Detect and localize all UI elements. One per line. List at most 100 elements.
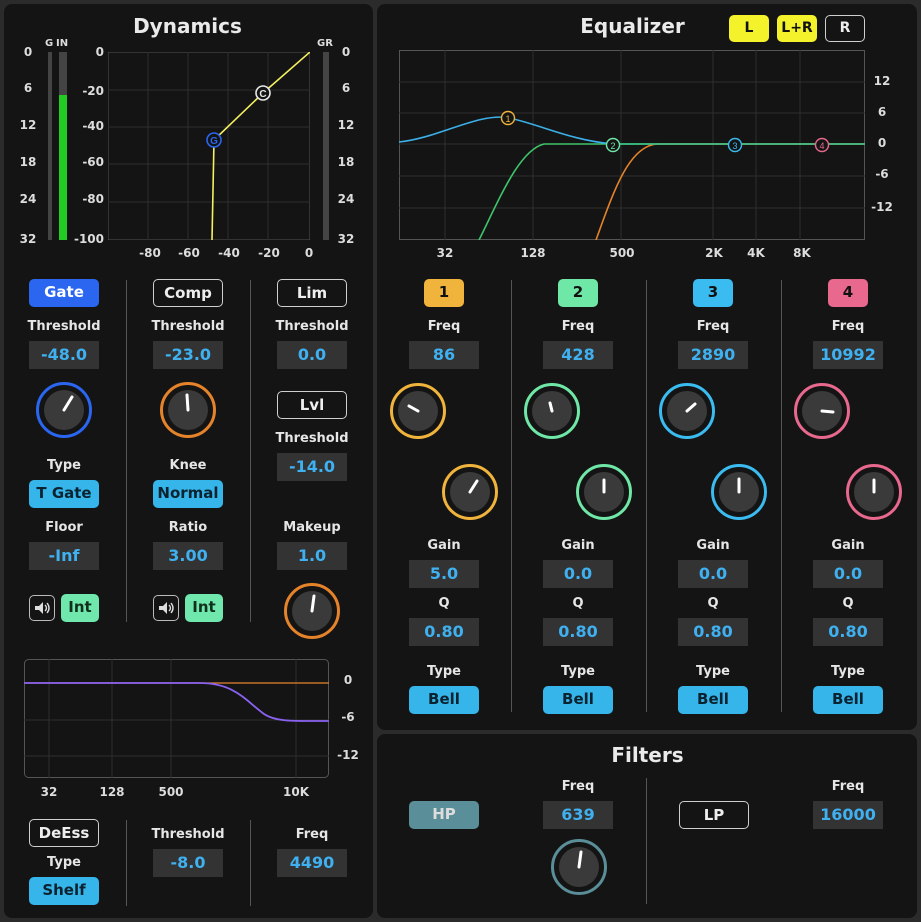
- channel-l-button[interactable]: L: [729, 15, 769, 42]
- hp-freq-label: Freq: [561, 779, 595, 794]
- hp-freq-value[interactable]: 639: [543, 801, 613, 829]
- comp-threshold-knob[interactable]: [160, 382, 216, 438]
- eq-band-3-button[interactable]: 3: [693, 279, 733, 307]
- eq-band-3-gain-value[interactable]: 0.0: [678, 560, 748, 588]
- eq-band-1-q-value[interactable]: 0.80: [409, 618, 479, 646]
- eq-band-4-freq-label: Freq: [831, 319, 865, 334]
- eq-band-2-q-value[interactable]: 0.80: [543, 618, 613, 646]
- eq-band-4-freq-value[interactable]: 10992: [813, 341, 883, 369]
- eq-band-1-q-label: Q: [438, 596, 450, 611]
- lp-freq-value[interactable]: 16000: [813, 801, 883, 829]
- gate-type-label: Type: [47, 458, 81, 473]
- meter-scale-label: 18: [19, 155, 37, 169]
- curve-y-tick: -40: [82, 119, 104, 133]
- comp-curve-marker[interactable]: C: [255, 85, 271, 101]
- comp-threshold-value[interactable]: -23.0: [153, 341, 223, 369]
- eq-band-1-type-button[interactable]: Bell: [409, 686, 479, 714]
- gate-floor-value[interactable]: -Inf: [29, 542, 99, 570]
- lvl-button[interactable]: Lvl: [277, 391, 347, 419]
- eq-y-tick: 6: [877, 105, 887, 119]
- eq-band-4-button[interactable]: 4: [828, 279, 868, 307]
- divider: [646, 280, 647, 712]
- eq-band-4-type-button[interactable]: Bell: [813, 686, 883, 714]
- eq-band-3-q-value[interactable]: 0.80: [678, 618, 748, 646]
- eq-band-2-freq-value[interactable]: 428: [543, 341, 613, 369]
- comp-ratio-label: Ratio: [168, 520, 208, 535]
- gate-threshold-value[interactable]: -48.0: [29, 341, 99, 369]
- eq-band-2-marker[interactable]: 2: [605, 137, 621, 153]
- hp-button[interactable]: HP: [409, 801, 479, 829]
- gate-threshold-knob[interactable]: [36, 382, 92, 438]
- svg-text:1: 1: [505, 114, 510, 124]
- svg-text:G: G: [210, 136, 218, 147]
- makeup-value[interactable]: 1.0: [277, 542, 347, 570]
- eq-band-3-freq-knob[interactable]: [659, 383, 715, 439]
- deess-y-tick: 0: [343, 673, 353, 687]
- curve-y-tick: 0: [95, 45, 104, 59]
- lim-button[interactable]: Lim: [277, 279, 347, 307]
- eq-x-tick: 2K: [705, 246, 723, 260]
- lvl-threshold-value[interactable]: -14.0: [277, 453, 347, 481]
- eq-band-2-type-label: Type: [561, 664, 595, 679]
- divider: [250, 280, 251, 622]
- deess-y-tick: -12: [337, 748, 359, 762]
- eq-band-2-gain-value[interactable]: 0.0: [543, 560, 613, 588]
- gate-type-button[interactable]: T Gate: [29, 480, 99, 508]
- eq-band-1-marker[interactable]: 1: [500, 110, 516, 126]
- deess-threshold-value[interactable]: -8.0: [153, 849, 223, 877]
- eq-x-tick: 500: [609, 246, 635, 260]
- lp-freq-label: Freq: [831, 779, 865, 794]
- eq-y-tick: 0: [877, 136, 887, 150]
- comp-button[interactable]: Comp: [153, 279, 223, 307]
- divider: [126, 280, 127, 622]
- gr-scale-label: 24: [337, 192, 355, 206]
- eq-band-1-freq-knob[interactable]: [390, 383, 446, 439]
- channel-lr-button[interactable]: L+R: [777, 15, 817, 42]
- eq-band-2-freq-knob[interactable]: [524, 383, 580, 439]
- comp-ratio-value[interactable]: 3.00: [153, 542, 223, 570]
- eq-band-1-freq-value[interactable]: 86: [409, 341, 479, 369]
- eq-band-3-marker[interactable]: 3: [727, 137, 743, 153]
- lp-button[interactable]: LP: [679, 801, 749, 829]
- eq-band-4-marker[interactable]: 4: [814, 137, 830, 153]
- eq-band-1-gain-value[interactable]: 5.0: [409, 560, 479, 588]
- gate-speaker-icon[interactable]: [29, 595, 55, 621]
- comp-knee-button[interactable]: Normal: [153, 480, 223, 508]
- deess-type-button[interactable]: Shelf: [29, 877, 99, 905]
- eq-band-2-gain-knob[interactable]: [576, 464, 632, 520]
- eq-band-3-freq-value[interactable]: 2890: [678, 341, 748, 369]
- eq-band-4-gain-value[interactable]: 0.0: [813, 560, 883, 588]
- eq-band-2-gain-label: Gain: [561, 538, 595, 553]
- eq-band-1-gain-knob[interactable]: [442, 464, 498, 520]
- eq-graph[interactable]: 1 2 3 4: [399, 50, 865, 240]
- gate-curve-marker[interactable]: G: [206, 132, 222, 148]
- deess-x-tick: 500: [158, 785, 184, 799]
- eq-band-4-q-value[interactable]: 0.80: [813, 618, 883, 646]
- dynamics-transfer-graph[interactable]: G C: [108, 52, 310, 240]
- meter-scale-label: 6: [23, 81, 33, 95]
- eq-band-1-button[interactable]: 1: [424, 279, 464, 307]
- gate-int-button[interactable]: Int: [61, 594, 99, 622]
- eq-band-2-button[interactable]: 2: [558, 279, 598, 307]
- comp-int-button[interactable]: Int: [185, 594, 223, 622]
- eq-band-4-freq-knob[interactable]: [794, 383, 850, 439]
- deess-button[interactable]: DeEss: [29, 819, 99, 847]
- svg-text:4: 4: [819, 141, 824, 151]
- divider: [511, 280, 512, 712]
- eq-band-3-freq-label: Freq: [696, 319, 730, 334]
- eq-y-tick: 12: [873, 74, 891, 88]
- curve-x-tick: -80: [139, 246, 161, 260]
- eq-band-4-q-label: Q: [842, 596, 854, 611]
- hp-freq-knob[interactable]: [551, 839, 607, 895]
- comp-speaker-icon[interactable]: [153, 595, 179, 621]
- eq-band-3-gain-knob[interactable]: [711, 464, 767, 520]
- gate-button[interactable]: Gate: [29, 279, 99, 307]
- eq-band-2-type-button[interactable]: Bell: [543, 686, 613, 714]
- lim-threshold-value[interactable]: 0.0: [277, 341, 347, 369]
- channel-r-button[interactable]: R: [825, 15, 865, 42]
- makeup-knob[interactable]: [284, 583, 340, 639]
- eq-band-3-type-button[interactable]: Bell: [678, 686, 748, 714]
- meter-g-label: G: [45, 38, 54, 49]
- deess-freq-value[interactable]: 4490: [277, 849, 347, 877]
- eq-band-4-gain-knob[interactable]: [846, 464, 902, 520]
